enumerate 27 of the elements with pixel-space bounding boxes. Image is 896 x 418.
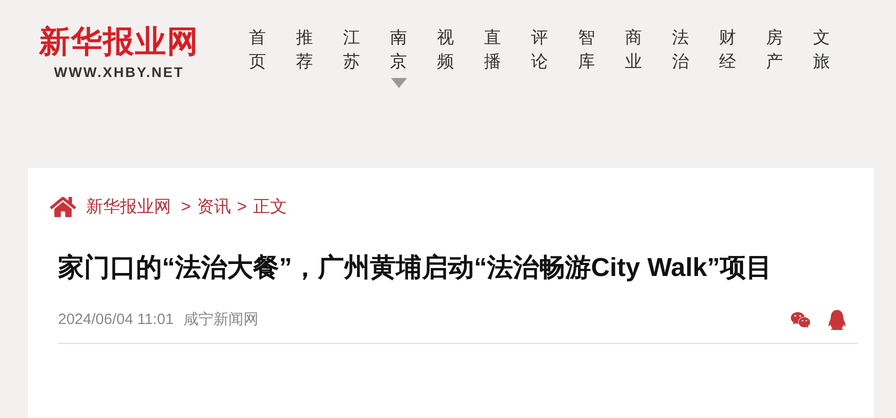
nav-link[interactable]: 智库 xyxy=(578,26,595,74)
nav-link[interactable]: 江苏 xyxy=(343,26,360,74)
nav-link[interactable]: 首页 xyxy=(249,26,266,74)
breadcrumb-link[interactable]: 正文 xyxy=(252,194,287,220)
breadcrumb-separator: > xyxy=(181,196,191,218)
nav-link[interactable]: 推荐 xyxy=(296,26,313,74)
nav-link[interactable]: 南京 xyxy=(390,26,407,74)
breadcrumb-separator: > xyxy=(236,196,247,218)
wechat-share-icon[interactable] xyxy=(790,310,811,329)
nav-link[interactable]: 财经 xyxy=(719,26,736,74)
nav-link[interactable]: 直播 xyxy=(484,26,501,74)
breadcrumb-link[interactable]: 资讯 xyxy=(196,194,231,220)
down-triangle-icon xyxy=(390,78,406,88)
home-icon[interactable] xyxy=(50,194,76,219)
nav-link[interactable]: 评论 xyxy=(531,26,548,74)
nav-link[interactable]: 视频 xyxy=(437,26,454,74)
publish-date: 2024/06/04 11:01 xyxy=(58,310,174,330)
nav-link[interactable]: 房产 xyxy=(766,26,783,74)
qq-share-icon[interactable] xyxy=(828,310,846,330)
nav-link[interactable]: 文旅 xyxy=(813,26,830,74)
site-url: WWW.XHBY.NET xyxy=(54,63,184,82)
nav-link[interactable]: 法治 xyxy=(672,26,689,74)
article-title: 家门口的“法治大餐”，广州黄埔启动“法治畅游City Walk”项目 xyxy=(58,250,774,284)
nav-link[interactable]: 商业 xyxy=(625,26,642,74)
site-logo[interactable]: 新华报业网 xyxy=(39,24,199,60)
breadcrumb-link[interactable]: 新华报业网 xyxy=(86,194,171,220)
article-source: 咸宁新闻网 xyxy=(184,310,259,330)
